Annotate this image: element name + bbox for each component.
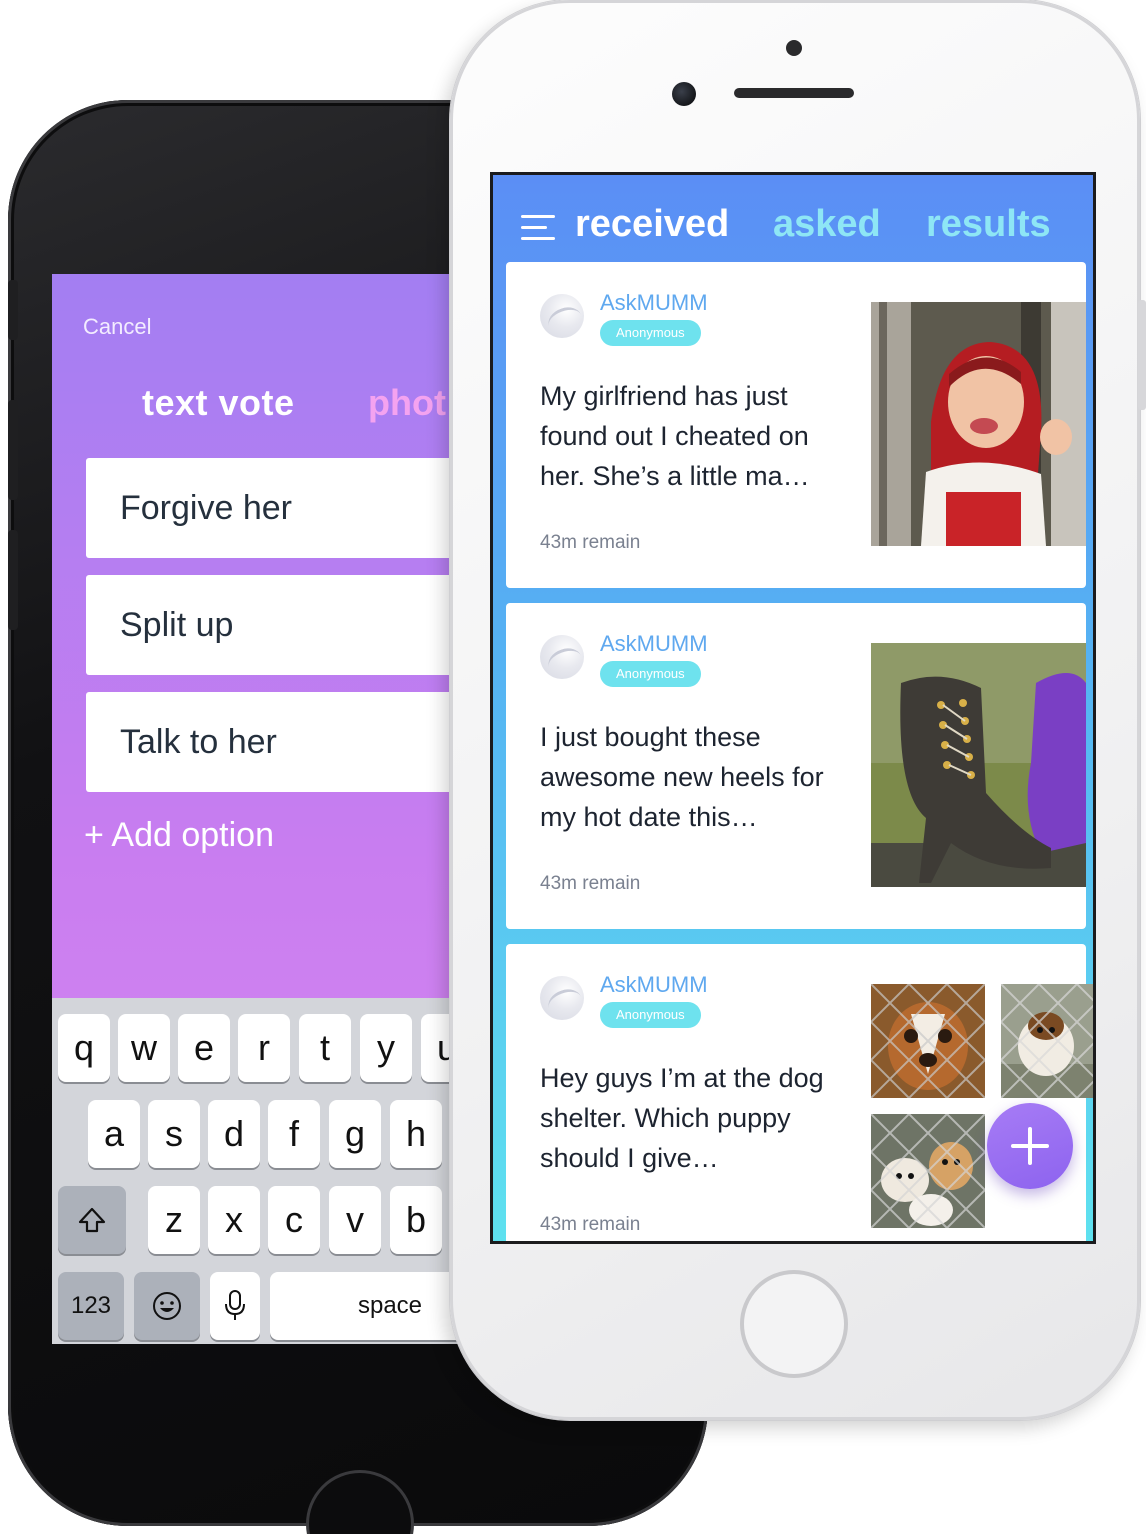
add-option-button[interactable]: + Add option: [84, 816, 274, 855]
tab-asked[interactable]: asked: [773, 203, 881, 246]
earpiece-speaker: [734, 88, 854, 98]
question-text: My girlfriend has just found out I cheat…: [540, 381, 810, 491]
key-f[interactable]: f: [268, 1100, 320, 1168]
card-author: AskMUMM: [600, 631, 708, 656]
time-remaining: 43m remain: [540, 532, 641, 553]
feed-screen: received asked results AskMUMM Anonymous…: [490, 172, 1096, 1244]
avatar: [540, 976, 584, 1020]
emoji-icon: [153, 1292, 181, 1320]
key-q[interactable]: q: [58, 1014, 110, 1082]
question-card[interactable]: AskMUMM Anonymous Hey guys I’m at the do…: [506, 944, 1093, 1241]
volume-up-button: [8, 400, 18, 500]
key-t[interactable]: t: [299, 1014, 351, 1082]
shelter-puppies-image: [871, 1114, 985, 1228]
home-button: [740, 1270, 848, 1378]
avatar: [540, 635, 584, 679]
card-author: AskMUMM: [600, 290, 708, 315]
question-photo[interactable]: [871, 302, 1086, 546]
home-button: [306, 1470, 414, 1534]
key-z[interactable]: z: [148, 1186, 200, 1254]
time-remaining: 43m remain: [540, 873, 641, 894]
question-text: I just bought these awesome new heels fo…: [540, 722, 824, 832]
poll-option-text: Forgive her: [120, 488, 292, 527]
power-button: [1138, 300, 1146, 410]
key-s[interactable]: s: [148, 1100, 200, 1168]
poll-option-text: Split up: [120, 605, 234, 644]
question-card[interactable]: AskMUMM Anonymous My girlfriend has just…: [506, 262, 1086, 588]
puppy-option-photo[interactable]: [871, 984, 985, 1098]
avatar: [540, 294, 584, 338]
key-a[interactable]: a: [88, 1100, 140, 1168]
question-text: Hey guys I’m at the dog shelter. Which p…: [540, 1063, 824, 1173]
cancel-button[interactable]: Cancel: [83, 314, 151, 340]
key-x[interactable]: x: [208, 1186, 260, 1254]
high-heel-boots-image: [871, 643, 1086, 887]
fluffy-puppy-image: [1001, 984, 1093, 1098]
time-remaining: 43m remain: [540, 1214, 641, 1235]
key-d[interactable]: d: [208, 1100, 260, 1168]
key-c[interactable]: c: [268, 1186, 320, 1254]
shift-icon: [78, 1207, 106, 1233]
tab-received[interactable]: received: [575, 203, 729, 246]
key-h[interactable]: h: [390, 1100, 442, 1168]
anonymous-badge: Anonymous: [600, 661, 701, 687]
tab-photo-vote[interactable]: phot: [368, 382, 446, 424]
key-v[interactable]: v: [329, 1186, 381, 1254]
white-phone-frame: received asked results AskMUMM Anonymous…: [450, 0, 1146, 1420]
front-camera: [672, 82, 696, 106]
key-e[interactable]: e: [178, 1014, 230, 1082]
numbers-key[interactable]: 123: [58, 1272, 124, 1340]
spaniel-puppy-image: [871, 984, 985, 1098]
puppy-option-photo[interactable]: [1001, 984, 1093, 1098]
volume-down-button: [8, 530, 18, 630]
key-y[interactable]: y: [360, 1014, 412, 1082]
puppy-option-photo[interactable]: [871, 1114, 985, 1228]
key-b[interactable]: b: [390, 1186, 442, 1254]
marketing-mockup: Cancel text vote phot Forgive her Split …: [0, 0, 1146, 1534]
new-question-button[interactable]: [987, 1103, 1073, 1189]
mute-switch: [8, 280, 18, 340]
woman-in-red-hood-image: [871, 302, 1086, 546]
tab-results[interactable]: results: [926, 203, 1051, 246]
tab-text-vote[interactable]: text vote: [142, 382, 295, 424]
question-card[interactable]: AskMUMM Anonymous I just bought these aw…: [506, 603, 1086, 929]
anonymous-badge: Anonymous: [600, 1002, 701, 1028]
emoji-key[interactable]: [134, 1272, 200, 1340]
key-w[interactable]: w: [118, 1014, 170, 1082]
poll-option-text: Talk to her: [120, 722, 277, 761]
key-g[interactable]: g: [329, 1100, 381, 1168]
anonymous-badge: Anonymous: [600, 320, 701, 346]
shift-key[interactable]: [58, 1186, 126, 1254]
dictation-key[interactable]: [210, 1272, 260, 1340]
question-photo[interactable]: [871, 643, 1086, 887]
card-author: AskMUMM: [600, 972, 708, 997]
key-r[interactable]: r: [238, 1014, 290, 1082]
hamburger-menu-icon[interactable]: [521, 215, 555, 241]
proximity-sensor: [786, 40, 802, 56]
microphone-icon: [225, 1290, 245, 1320]
feed-header: received asked results: [493, 175, 1093, 265]
